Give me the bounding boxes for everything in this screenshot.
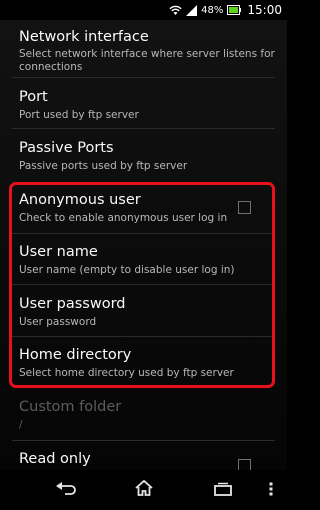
battery-percent: 48% <box>201 4 224 16</box>
preference-list[interactable]: Network interface Select network interfa… <box>0 20 287 470</box>
overflow-menu-icon <box>269 481 273 500</box>
back-button[interactable] <box>54 480 78 500</box>
battery-icon <box>227 5 242 15</box>
pref-title: Port <box>19 89 48 105</box>
pref-summary: Passive ports used by ftp server <box>19 160 188 172</box>
overflow-menu-button[interactable] <box>266 480 276 500</box>
back-icon <box>56 481 76 500</box>
pref-summary: Port used by ftp server <box>19 109 139 121</box>
highlight-annotation-box <box>9 182 275 388</box>
navigation-bar <box>0 470 287 510</box>
pref-title: Custom folder <box>19 399 122 415</box>
read-only-checkbox[interactable] <box>238 459 251 470</box>
recent-apps-button[interactable] <box>212 480 234 500</box>
pref-passive-ports[interactable]: Passive Ports Passive ports used by ftp … <box>0 140 287 173</box>
divider <box>12 128 275 129</box>
home-icon <box>134 479 154 501</box>
ftp-settings-screen: 48% 15:00 Network interface Select netwo… <box>0 0 287 510</box>
pref-custom-folder: Custom folder / <box>0 399 287 432</box>
pref-summary: Select network interface where server li… <box>19 48 275 73</box>
status-bar: 48% 15:00 <box>0 0 287 20</box>
pref-port[interactable]: Port Port used by ftp server <box>0 89 287 122</box>
divider <box>12 77 275 78</box>
wifi-icon <box>169 5 182 16</box>
signal-icon <box>186 4 198 16</box>
recent-apps-icon <box>214 481 232 500</box>
pref-summary: / <box>19 419 23 431</box>
pref-title: Network interface <box>19 29 149 45</box>
pref-network-interface[interactable]: Network interface Select network interfa… <box>0 29 287 74</box>
divider <box>12 440 275 441</box>
status-clock: 15:00 <box>247 3 282 17</box>
home-button[interactable] <box>133 479 155 501</box>
pref-title: Passive Ports <box>19 140 114 156</box>
